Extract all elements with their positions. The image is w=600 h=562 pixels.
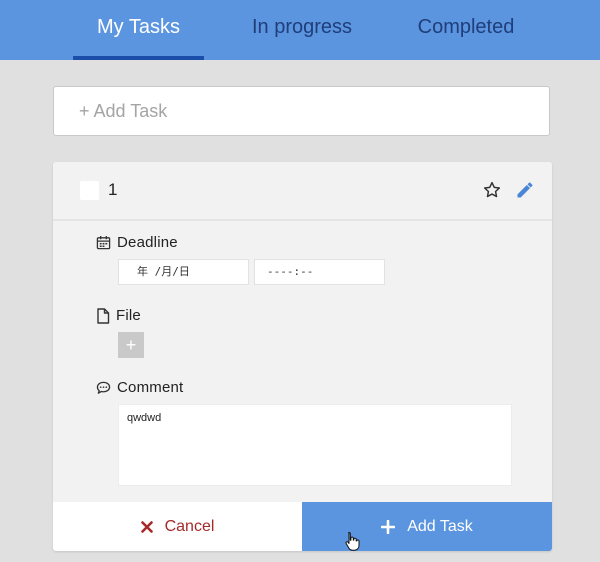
task-card: 1 Deadline 年 /月/日 ----:-- File + Comment… xyxy=(53,162,552,551)
tab-in-progress-label: In progress xyxy=(251,16,353,38)
cancel-button[interactable]: Cancel xyxy=(53,502,302,551)
file-label: File xyxy=(96,307,141,324)
plus-icon xyxy=(381,519,396,534)
tab-in-progress[interactable]: In progress xyxy=(236,0,368,60)
comment-icon xyxy=(96,381,111,394)
add-task-button-label: Add Task xyxy=(407,517,473,535)
x-icon xyxy=(140,520,153,533)
add-task-input[interactable] xyxy=(53,86,550,136)
calendar-icon xyxy=(96,235,111,250)
active-tab-indicator xyxy=(73,56,204,60)
tab-completed-label: Completed xyxy=(417,16,515,38)
task-card-header: 1 xyxy=(53,162,552,221)
file-icon xyxy=(97,307,110,324)
comment-textarea[interactable]: qwdwd xyxy=(118,404,512,486)
time-placeholder: ----:-- xyxy=(267,265,314,278)
hand-pointer-icon xyxy=(345,532,360,551)
deadline-label-text: Deadline xyxy=(117,234,178,251)
task-title: 1 xyxy=(108,180,118,199)
tab-my-tasks-label: My Tasks xyxy=(97,16,180,38)
deadline-label: Deadline xyxy=(96,234,178,251)
tab-completed[interactable]: Completed xyxy=(400,0,532,60)
add-task-button[interactable]: Add Task xyxy=(302,502,552,551)
deadline-date-input[interactable]: 年 /月/日 xyxy=(118,259,249,285)
file-label-text: File xyxy=(116,307,141,324)
comment-label: Comment xyxy=(96,379,183,396)
deadline-time-input[interactable]: ----:-- xyxy=(254,259,385,285)
add-file-button[interactable]: + xyxy=(118,332,144,358)
pencil-icon[interactable] xyxy=(515,180,535,200)
star-outline-icon[interactable] xyxy=(482,180,502,200)
task-checkbox[interactable] xyxy=(80,181,99,200)
tab-bar: My Tasks In progress Completed xyxy=(0,0,600,60)
tab-my-tasks[interactable]: My Tasks xyxy=(73,0,204,60)
comment-label-text: Comment xyxy=(117,379,184,396)
date-placeholder: 年 /月/日 xyxy=(137,265,190,278)
cancel-button-label: Cancel xyxy=(164,517,215,535)
